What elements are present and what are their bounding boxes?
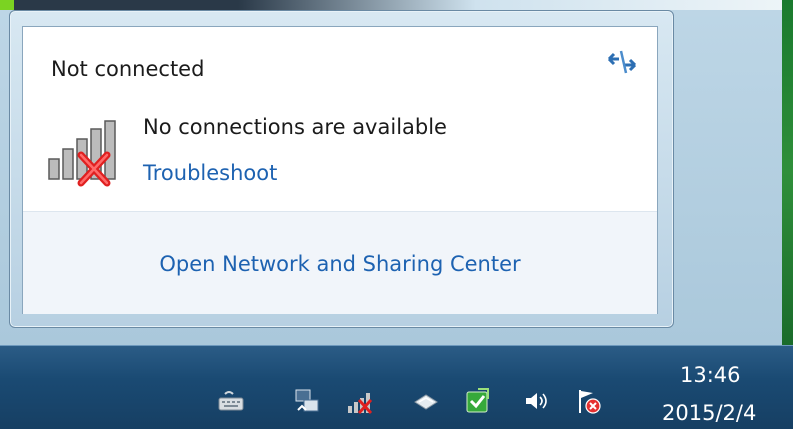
open-network-sharing-center-link[interactable]: Open Network and Sharing Center [23, 252, 657, 276]
taskbar: 13:46 2015/2/4 [0, 345, 793, 429]
eject-icon[interactable] [411, 386, 441, 416]
network-popup-panel: Not connected No connections are availab… [22, 26, 658, 314]
network-sharing-icon[interactable] [292, 386, 322, 416]
popup-footer: Open Network and Sharing Center [23, 211, 657, 314]
refresh-icon[interactable] [605, 47, 641, 77]
desktop-background-top [0, 0, 793, 10]
connection-availability-text: No connections are available [143, 115, 447, 139]
action-center-flag-icon[interactable] [573, 386, 603, 416]
clock-date[interactable]: 2015/2/4 [662, 401, 756, 425]
troubleshoot-link[interactable]: Troubleshoot [143, 161, 277, 185]
clock-time[interactable]: 13:46 [680, 363, 741, 387]
keyboard-icon[interactable] [216, 386, 246, 416]
network-disconnected-icon [48, 120, 116, 187]
desktop-background-right [782, 0, 793, 345]
security-check-icon[interactable] [462, 386, 492, 416]
connection-status-title: Not connected [51, 57, 205, 81]
network-disconnected-icon[interactable] [345, 386, 375, 416]
speaker-icon[interactable] [521, 386, 551, 416]
